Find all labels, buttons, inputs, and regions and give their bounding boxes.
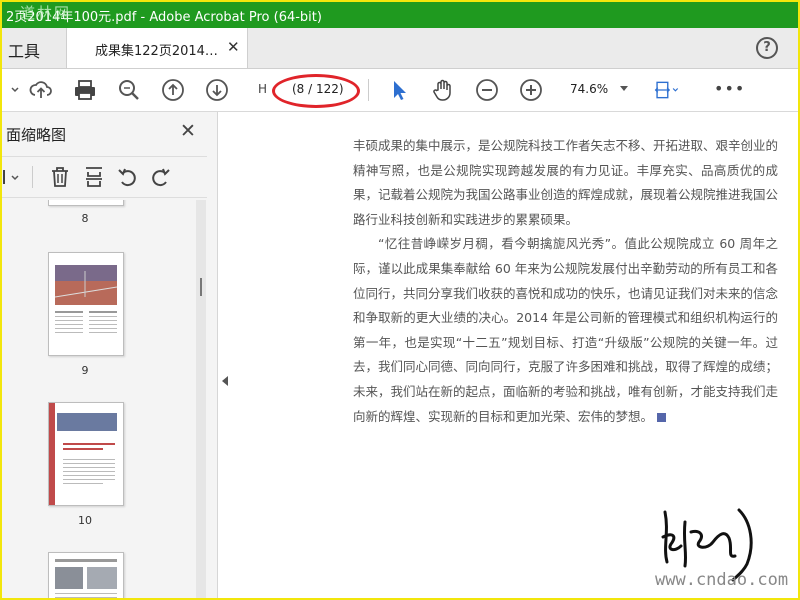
page-input-prefix[interactable]: H	[258, 82, 267, 96]
toolbar: H (8 / 122) 74.6% •••	[2, 69, 798, 112]
thumbnail-label: 9	[81, 364, 89, 377]
thumbnail-page-image	[54, 265, 118, 333]
page-thumbnail[interactable]	[48, 402, 124, 506]
collapse-panel-icon[interactable]	[222, 376, 228, 386]
page-thumbnails-panel: 面缩略图 ✕ 8 9 10	[2, 112, 218, 598]
select-arrow-icon[interactable]	[386, 77, 412, 103]
panel-divider	[32, 166, 33, 188]
help-icon[interactable]: ?	[756, 37, 778, 59]
handwritten-signature	[661, 508, 753, 582]
close-icon[interactable]: ✕	[227, 38, 240, 56]
document-paragraph: “忆往昔峥嵘岁月稠，看今朝擒旎风光秀”。值此公规院成立 60 周年之际，谨以此成…	[353, 236, 779, 424]
page-thumbnail[interactable]	[48, 200, 124, 206]
fit-width-icon[interactable]	[654, 77, 688, 103]
app-window: 2页2014年100元.pdf - Adobe Acrobat Pro (64-…	[0, 0, 800, 600]
close-icon[interactable]: ✕	[180, 120, 196, 142]
document-view: 丰硕成果的集中展示，是公规院科技工作者矢志不移、开拓进取、艰辛创业的精神写照，也…	[235, 112, 798, 598]
thumbnail-label: 8	[81, 212, 89, 225]
thumbnail-page-image	[55, 559, 117, 598]
zoom-dropdown-icon[interactable]	[620, 86, 628, 91]
zoom-out-icon[interactable]	[474, 77, 500, 103]
delete-page-icon[interactable]	[48, 165, 72, 189]
rotate-right-icon[interactable]	[148, 165, 172, 189]
end-mark	[657, 412, 667, 422]
document-paragraph: 丰硕成果的集中展示，是公规院科技工作者矢志不移、开拓进取、艰辛创业的精神写照，也…	[353, 138, 779, 227]
extract-page-icon[interactable]	[82, 165, 106, 189]
zoom-level[interactable]: 74.6%	[570, 82, 608, 96]
print-icon[interactable]	[72, 77, 98, 103]
options-dropdown-icon[interactable]	[2, 165, 26, 189]
tab-tools[interactable]: 工具	[8, 38, 40, 62]
thumbnail-page-image	[49, 403, 117, 505]
highlight-annotation-oval	[272, 74, 360, 108]
document-body: 丰硕成果的集中展示，是公规院科技工作者矢志不移、开拓进取、艰辛创业的精神写照，也…	[353, 134, 778, 429]
title-bar: 2页2014年100元.pdf - Adobe Acrobat Pro (64-…	[2, 2, 798, 28]
tab-document[interactable]: 成果集122页2014… ✕	[66, 28, 248, 68]
chevron-down-icon[interactable]	[2, 77, 19, 103]
zoom-in-icon[interactable]	[518, 77, 544, 103]
tab-bar: 工具 成果集122页2014… ✕ ?	[2, 28, 798, 69]
more-icon[interactable]: •••	[714, 79, 745, 98]
toolbar-divider	[368, 79, 369, 101]
tab-document-label: 成果集122页2014…	[95, 44, 218, 59]
page-up-icon[interactable]	[160, 77, 186, 103]
page-thumbnail[interactable]	[48, 552, 124, 598]
panel-toolbar	[2, 156, 207, 198]
upload-icon[interactable]	[28, 77, 54, 103]
panel-title: 面缩略图	[6, 126, 67, 144]
thumbnail-label: 10	[78, 514, 92, 527]
thumbnail-scrollbar[interactable]	[196, 200, 206, 598]
watermark-bottom: www.cndao.com	[655, 570, 789, 590]
page-down-icon[interactable]	[204, 77, 230, 103]
zoom-search-icon[interactable]	[116, 77, 142, 103]
page-thumbnail[interactable]	[48, 252, 124, 356]
thumbnail-list: 8 9 10	[2, 200, 207, 598]
rotate-left-icon[interactable]	[116, 165, 140, 189]
hand-icon[interactable]	[430, 77, 456, 103]
watermark-top: 道林网	[20, 4, 72, 22]
scrollbar-grip[interactable]	[200, 278, 202, 296]
